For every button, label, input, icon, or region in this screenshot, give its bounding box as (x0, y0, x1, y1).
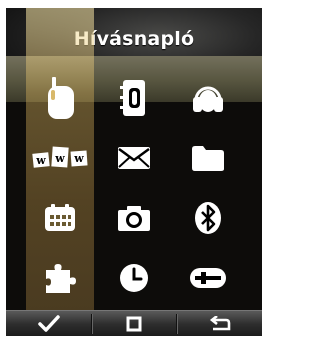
back-softkey[interactable] (177, 311, 262, 336)
svg-text:w: w (35, 154, 46, 167)
folder-icon (192, 146, 224, 171)
envelope-icon (118, 147, 150, 169)
calendar-icon (45, 204, 75, 231)
bluetooth-icon (195, 202, 221, 234)
camera-icon (118, 206, 150, 231)
walkie-talkie-icon (48, 77, 74, 119)
svg-text:w: w (54, 152, 65, 165)
settings-icon (190, 268, 226, 288)
menu-item-walkie-talkie[interactable] (22, 68, 98, 128)
select-softkey[interactable] (6, 311, 91, 336)
menu-item-files[interactable] (170, 128, 246, 188)
menu-item-applications[interactable] (22, 248, 98, 308)
options-softkey[interactable] (92, 311, 176, 336)
square-icon (126, 316, 142, 332)
back-icon (209, 316, 230, 331)
www-icon: w w w (32, 146, 88, 168)
puzzle-icon (46, 264, 76, 293)
menu-item-messages[interactable] (96, 128, 172, 188)
menu-item-calendar[interactable] (22, 188, 98, 248)
svg-text:w: w (73, 152, 84, 165)
menu-item-alarm[interactable] (96, 248, 172, 308)
softkey-bar (6, 310, 262, 336)
menu-item-headset[interactable] (170, 68, 246, 128)
menu-item-phonebook[interactable] (96, 68, 172, 128)
clock-icon (120, 264, 148, 292)
check-icon (37, 315, 60, 332)
phonebook-icon (120, 80, 145, 116)
menu-item-bluetooth[interactable] (170, 188, 246, 248)
menu-item-camera[interactable] (96, 188, 172, 248)
menu-item-settings[interactable] (170, 248, 246, 308)
menu-item-browser[interactable]: w w w (22, 128, 98, 188)
headset-icon (193, 86, 223, 112)
phone-screen: Hívásnapló w w w (6, 8, 262, 336)
